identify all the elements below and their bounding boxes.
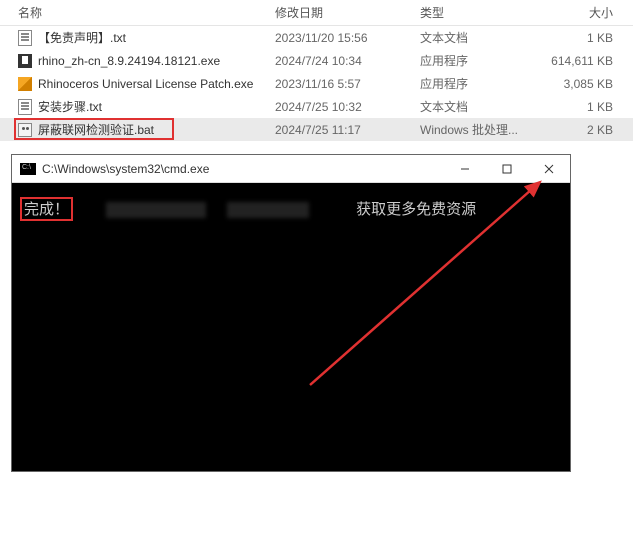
file-name-cell: 屏蔽联网检测验证.bat (0, 121, 275, 138)
cmd-body: 完成！ 获取更多免费资源 (12, 183, 570, 471)
txt-file-icon (18, 30, 32, 46)
minimize-button[interactable] (444, 155, 486, 182)
file-size: 1 KB (535, 31, 633, 45)
file-type: 文本文档 (420, 29, 535, 46)
file-name: rhino_zh-cn_8.9.24194.18121.exe (38, 54, 220, 68)
header-size[interactable]: 大小 (535, 4, 633, 21)
cmd-window-controls (444, 155, 570, 182)
file-row[interactable]: 安装步骤.txt 2024/7/25 10:32文本文档1 KB (0, 95, 633, 118)
close-icon (544, 164, 554, 174)
file-name-cell: rhino_zh-cn_8.9.24194.18121.exe (0, 54, 275, 68)
cmd-window: C:\Windows\system32\cmd.exe 完成！ 获取更多免费资源 (11, 154, 571, 472)
header-type[interactable]: 类型 (420, 4, 535, 21)
file-size: 2 KB (535, 123, 633, 137)
file-date: 2024/7/25 11:17 (275, 123, 420, 137)
file-row[interactable]: rhino_zh-cn_8.9.24194.18121.exe 2024/7/24… (0, 49, 633, 72)
blurred-text-2 (227, 202, 309, 218)
cmd-done-text: 完成！ (20, 197, 73, 221)
file-size: 614,611 KB (535, 54, 633, 68)
file-date: 2024/7/24 10:34 (275, 54, 420, 68)
cmd-icon (20, 163, 36, 175)
file-name: 屏蔽联网检测验证.bat (38, 121, 154, 138)
file-type: Windows 批处理... (420, 121, 535, 138)
bat-file-icon (18, 123, 32, 137)
exe-file-icon (18, 54, 32, 68)
blurred-text-1 (106, 202, 206, 218)
file-name: 安装步骤.txt (38, 98, 102, 115)
cmd-title: C:\Windows\system32\cmd.exe (42, 162, 444, 176)
cmd-titlebar[interactable]: C:\Windows\system32\cmd.exe (12, 155, 570, 183)
file-list-header: 名称 修改日期 类型 大小 (0, 0, 633, 26)
minimize-icon (460, 164, 470, 174)
maximize-icon (502, 164, 512, 174)
file-date: 2024/7/25 10:32 (275, 100, 420, 114)
file-row[interactable]: Rhinoceros Universal License Patch.exe 20… (0, 72, 633, 95)
file-row[interactable]: 屏蔽联网检测验证.bat 2024/7/25 11:17Windows 批处理..… (0, 118, 633, 141)
maximize-button[interactable] (486, 155, 528, 182)
close-button[interactable] (528, 155, 570, 182)
file-date: 2023/11/16 5:57 (275, 77, 420, 91)
file-name-cell: 【免责声明】.txt (0, 29, 275, 46)
file-date: 2023/11/20 15:56 (275, 31, 420, 45)
file-type: 应用程序 (420, 52, 535, 69)
file-size: 3,085 KB (535, 77, 633, 91)
file-size: 1 KB (535, 100, 633, 114)
file-name-cell: 安装步骤.txt (0, 98, 275, 115)
file-name: 【免责声明】.txt (38, 29, 126, 46)
txt-file-icon (18, 99, 32, 115)
patch-file-icon (18, 77, 32, 91)
cmd-message: 获取更多免费资源 (356, 200, 476, 218)
file-type: 文本文档 (420, 98, 535, 115)
file-type: 应用程序 (420, 75, 535, 92)
file-row[interactable]: 【免责声明】.txt 2023/11/20 15:56文本文档1 KB (0, 26, 633, 49)
header-date[interactable]: 修改日期 (275, 4, 420, 21)
file-list: 【免责声明】.txt2023/11/20 15:56文本文档1 KBrhino_… (0, 26, 633, 141)
file-name-cell: Rhinoceros Universal License Patch.exe (0, 77, 275, 91)
header-name[interactable]: 名称 (0, 4, 275, 21)
file-name: Rhinoceros Universal License Patch.exe (38, 77, 253, 91)
